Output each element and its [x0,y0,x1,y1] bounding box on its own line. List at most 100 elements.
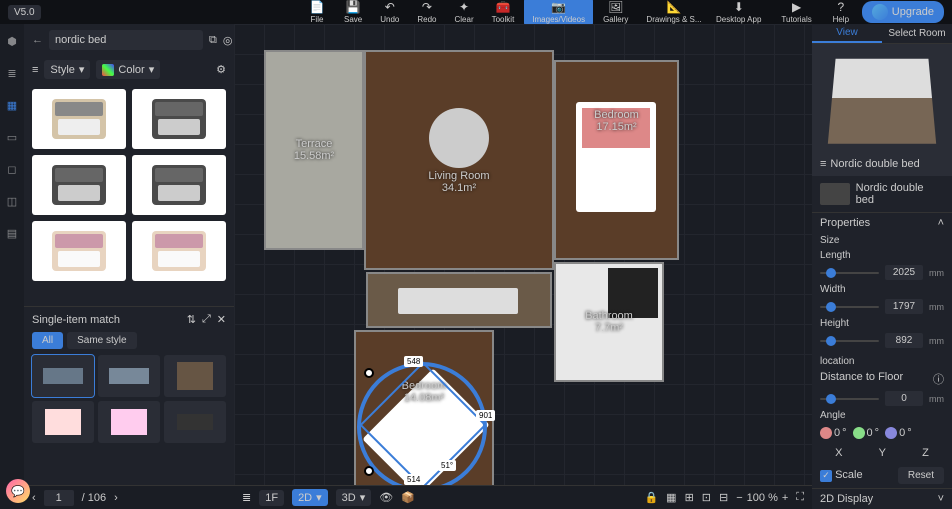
catalog-item[interactable] [32,155,126,215]
eye-icon[interactable]: 👁 [379,491,393,504]
match-tab-same[interactable]: Same style [67,332,136,349]
style-filter[interactable]: Style▾ [44,60,90,79]
snap-icon[interactable]: ⊞ [685,491,694,504]
dimension-label: 548 [404,356,423,367]
match-item[interactable] [98,355,160,397]
room-kitchen[interactable] [366,272,552,328]
match-item[interactable] [164,401,226,443]
zoom-in-icon[interactable]: + [782,492,788,504]
catalog-item[interactable] [132,155,226,215]
drawings-icon: 📐 [667,0,681,14]
tool-undo[interactable]: ↶Undo [372,0,407,26]
distance-slider[interactable] [820,398,879,400]
back-icon[interactable]: ← [32,34,43,46]
avatar [872,4,888,20]
assets-icon[interactable]: ▤ [3,224,21,242]
width-slider[interactable] [820,306,879,308]
dimension-label: 901 [476,410,495,421]
tab-view[interactable]: View [812,24,882,43]
home-icon[interactable]: ⬢ [3,32,21,50]
catalog-item[interactable] [32,221,126,281]
catalog-item[interactable] [132,221,226,281]
axis-y-icon[interactable] [853,427,865,439]
mode-3d[interactable]: 3D ▾ [336,489,372,506]
page-next-icon[interactable]: › [114,492,118,504]
rotate-handle[interactable] [364,368,374,378]
length-input[interactable] [885,265,923,280]
list-icon[interactable]: ≡ [32,64,38,76]
tool-clear[interactable]: ✦Clear [446,0,481,26]
settings-icon[interactable]: ⚙ [216,63,226,76]
chat-button[interactable]: 💬 [6,479,30,503]
tool-drawings[interactable]: 📐Drawings & S... [638,0,709,26]
tool-redo[interactable]: ↷Redo [409,0,444,26]
sort-icon[interactable]: ⇅ [187,313,196,326]
room-bathroom[interactable]: Bathroom7.7m² [554,262,664,382]
lock-icon[interactable]: 🔒 [644,491,658,504]
catalog-item[interactable] [132,89,226,149]
match-item[interactable] [98,401,160,443]
height-input[interactable] [885,333,923,348]
tool-images[interactable]: 📷Images/Videos [524,0,593,26]
distance-input[interactable] [885,391,923,406]
reset-button[interactable]: Reset [898,467,944,484]
target-icon[interactable]: ⊡ [702,491,711,504]
upgrade-button[interactable]: Upgrade [862,1,944,23]
close-icon[interactable]: ✕ [217,313,226,326]
dimension-label: 514 [404,474,423,485]
room-terrace[interactable]: Terrace15.58m² [264,50,364,250]
texture-icon[interactable]: ◫ [3,192,21,210]
catalog-item[interactable] [32,89,126,149]
camera-icon[interactable]: ⧉ [209,34,217,47]
match-item[interactable] [164,355,226,397]
mode-2d[interactable]: 2D ▾ [292,489,328,506]
tool-tutorials[interactable]: ▶Tutorials [773,0,819,26]
match-tab-all[interactable]: All [32,332,63,349]
color-filter[interactable]: Color▾ [96,60,160,79]
wall-icon[interactable]: ▭ [3,128,21,146]
preview-3d[interactable] [812,44,952,152]
clear-icon: ✦ [457,0,471,14]
rotate-handle[interactable] [364,466,374,476]
room-living[interactable]: Living Room34.1m² [364,50,554,270]
zoom-out-icon[interactable]: − [736,492,742,504]
furniture-icon[interactable]: ▦ [3,96,21,114]
expand-icon[interactable]: ⤢ [202,313,211,326]
axis-x-icon[interactable] [820,427,832,439]
floor-select[interactable]: 1F [259,490,284,506]
redo-icon: ↷ [420,0,434,14]
search-input[interactable] [49,30,203,50]
fullscreen-icon[interactable]: ⛶ [796,491,804,504]
display-2d-section[interactable]: 2D Display˅ [812,488,952,509]
room-icon[interactable]: ◻ [3,160,21,178]
page-input[interactable] [44,490,74,506]
box-icon[interactable]: 📦 [401,491,415,504]
tool-save[interactable]: 💾Save [336,0,370,26]
chevron-up-icon: ˄ [938,217,944,229]
grid-icon[interactable]: ▦ [666,491,676,504]
size-title: Size [812,233,952,248]
ruler-icon[interactable]: ⊟ [719,491,728,504]
scan-icon[interactable]: ◎ [223,34,233,47]
properties-section[interactable]: Properties˄ [812,212,952,233]
tool-help[interactable]: ?Help [824,0,858,26]
tool-toolkit[interactable]: 🧰Toolkit [484,0,523,26]
length-slider[interactable] [820,272,879,274]
height-label: Height [812,316,952,331]
tool-gallery[interactable]: 🖼Gallery [595,0,636,26]
tool-file[interactable]: 📄File [300,0,334,26]
scale-checkbox[interactable]: ✓ Scale [820,469,863,482]
page-prev-icon[interactable]: ‹ [32,492,36,504]
height-slider[interactable] [820,340,879,342]
match-item[interactable] [32,355,94,397]
axis-z-icon[interactable] [885,427,897,439]
tool-desktop[interactable]: ⬇Desktop App [708,0,769,26]
match-item[interactable] [32,401,94,443]
width-input[interactable] [885,299,923,314]
layers-icon[interactable]: ≣ [3,64,21,82]
canvas[interactable]: Terrace15.58m² Living Room34.1m² Bedroom… [234,24,812,485]
room-bedroom-1[interactable]: Bedroom17.15m² [554,60,679,260]
room-bedroom-2[interactable]: Bedroom14.08m² [354,330,494,505]
tab-select-room[interactable]: Select Room [882,24,952,43]
layers-icon[interactable]: ≣ [242,491,251,504]
